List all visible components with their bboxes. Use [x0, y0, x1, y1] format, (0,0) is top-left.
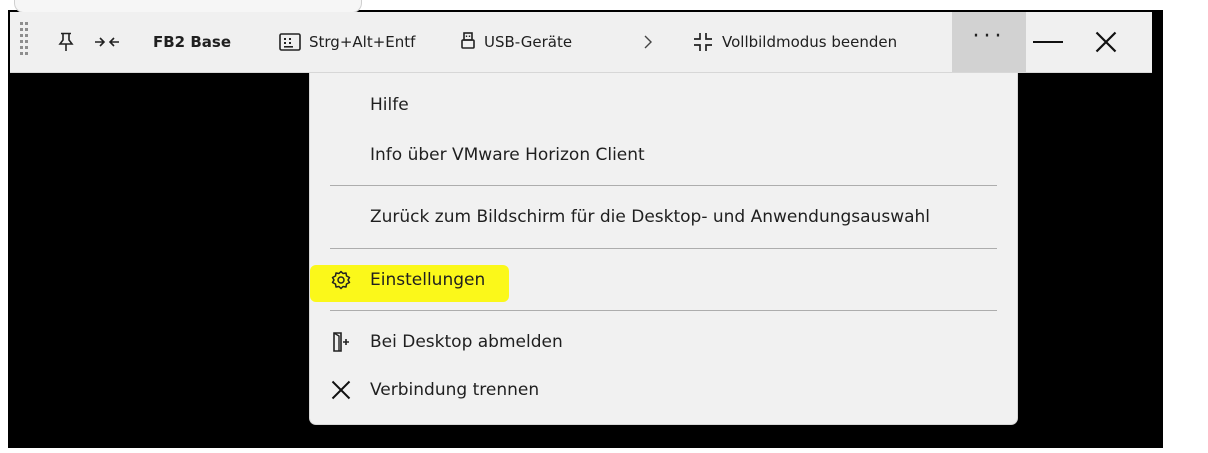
menu-item-settings[interactable]: Einstellungen: [310, 260, 1017, 300]
exit-fullscreen-label: Vollbildmodus beenden: [722, 33, 898, 51]
more-options-dots: ···: [972, 24, 1006, 49]
menu-item-disconnect[interactable]: Verbindung trennen: [310, 370, 1017, 410]
usb-devices-button[interactable]: USB-Geräte: [461, 12, 572, 72]
more-toolbar-arrow[interactable]: [643, 12, 653, 72]
exit-fullscreen-button[interactable]: Vollbildmodus beenden: [693, 12, 897, 72]
pin-button[interactable]: [58, 12, 74, 72]
screen-border-bottom: [0, 448, 1208, 453]
minimize-icon: [1033, 41, 1063, 43]
menu-separator: [330, 310, 997, 311]
chevron-right-icon: [644, 35, 652, 49]
vmware-toolbar: FB2 Base Strg+Alt+Entf USB-Geräte Vollbi…: [10, 12, 1152, 73]
menu-separator: [330, 185, 997, 186]
close-icon: [330, 379, 352, 401]
ctrl-alt-del-button[interactable]: Strg+Alt+Entf: [279, 12, 415, 72]
screen-border-left: [0, 0, 8, 453]
menu-separator: [330, 248, 997, 249]
shrink-button[interactable]: [94, 12, 120, 72]
close-icon: [1095, 31, 1117, 53]
menu-item-label: Info über VMware Horizon Client: [370, 145, 645, 165]
usb-devices-label: USB-Geräte: [484, 33, 573, 51]
menu-item-about[interactable]: Info über VMware Horizon Client: [310, 135, 1017, 175]
connection-name: FB2 Base: [153, 33, 231, 51]
ctrl-alt-del-label: Strg+Alt+Entf: [309, 33, 416, 51]
more-options-button[interactable]: ···: [952, 12, 1026, 72]
menu-item-label: Verbindung trennen: [370, 380, 540, 400]
pin-icon: [58, 32, 74, 51]
menu-item-label: Einstellungen: [370, 270, 486, 290]
minimize-button[interactable]: [1033, 12, 1063, 72]
shrink-icon: [95, 37, 119, 47]
screen-border-right: [1163, 0, 1208, 453]
usb-icon: [461, 32, 475, 49]
exit-fullscreen-icon: [694, 33, 712, 51]
menu-item-logout[interactable]: Bei Desktop abmelden: [310, 322, 1017, 362]
logout-icon: [330, 331, 352, 353]
menu-item-label: Hilfe: [370, 95, 409, 115]
menu-item-back-to-selection[interactable]: Zurück zum Bildschirm für die Desktop- u…: [310, 197, 1017, 237]
close-button[interactable]: [1095, 12, 1117, 72]
menu-item-label: Zurück zum Bildschirm für die Desktop- u…: [370, 207, 931, 227]
keyboard-icon: [279, 33, 301, 51]
menu-item-label: Bei Desktop abmelden: [370, 332, 563, 352]
drag-handle[interactable]: [20, 22, 28, 58]
gear-icon: [330, 269, 352, 291]
more-options-menu: Hilfe Info über VMware Horizon Client Zu…: [309, 72, 1018, 425]
menu-item-help[interactable]: Hilfe: [310, 85, 1017, 125]
